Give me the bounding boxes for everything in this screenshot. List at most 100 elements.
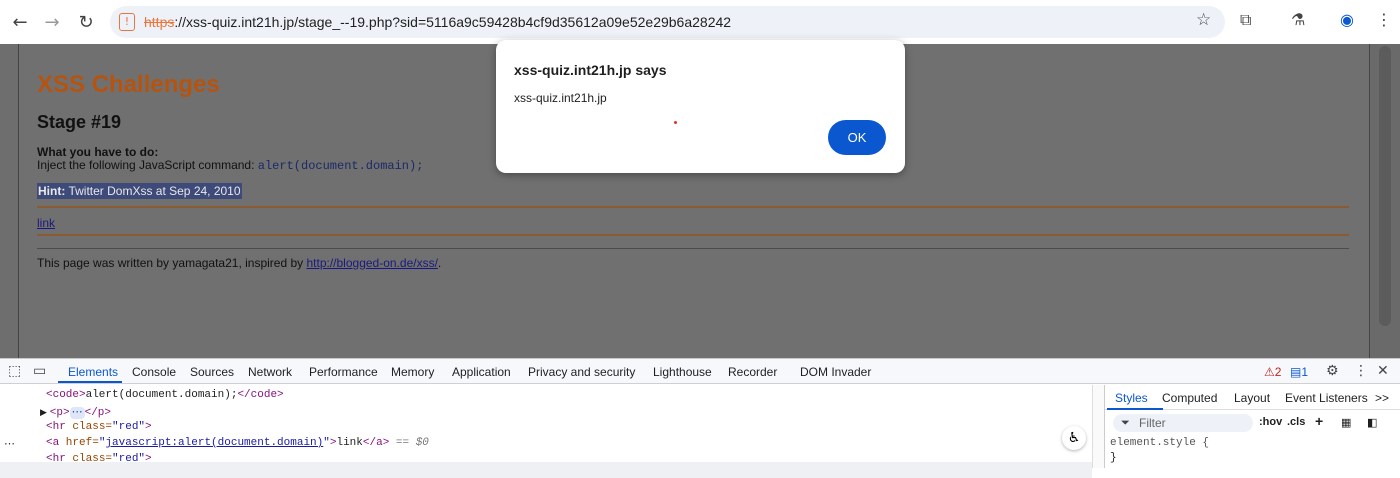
warning-number: 2 bbox=[1274, 365, 1282, 379]
message-icon: ▤ bbox=[1290, 365, 1302, 379]
expand-triangle-icon[interactable]: ▶ bbox=[40, 408, 50, 418]
profile-icon[interactable]: ◉ bbox=[1340, 10, 1354, 29]
hint-text: Hint: Twitter DomXss at Sep 24, 2010 bbox=[37, 183, 242, 199]
toggle-sidebar-icon[interactable]: ◧ bbox=[1367, 416, 1377, 429]
back-arrow-icon[interactable]: ← bbox=[6, 8, 34, 36]
hint-label: Hint: bbox=[38, 184, 66, 198]
tab-application[interactable]: Application bbox=[452, 365, 511, 379]
warning-icon: ⚠ bbox=[1264, 365, 1275, 379]
attr-name: href= bbox=[59, 437, 99, 449]
code-line-selected[interactable]: <a href="javascript:alert(document.domai… bbox=[46, 437, 429, 449]
selected-gutter-dots[interactable]: ⋯ bbox=[4, 437, 15, 451]
footer-text: This page was written by yamagata21, ins… bbox=[37, 256, 441, 270]
tab-computed[interactable]: Computed bbox=[1162, 391, 1217, 405]
footer-link[interactable]: http://blogged-on.de/xss/ bbox=[306, 256, 437, 270]
styles-filter-input[interactable]: Filter bbox=[1113, 414, 1253, 432]
forward-arrow-icon[interactable]: → bbox=[38, 8, 66, 36]
code-line[interactable]: <code>alert(document.domain);</code> bbox=[46, 389, 284, 401]
rule-close-brace: } bbox=[1110, 452, 1117, 464]
todo-text: Inject the following JavaScript command:… bbox=[37, 158, 423, 173]
selected-node-row[interactable] bbox=[0, 462, 1092, 478]
code-line[interactable]: <hr class="red"> bbox=[46, 453, 152, 465]
hint-body: Twitter DomXss at Sep 24, 2010 bbox=[65, 184, 241, 198]
page-scrollbar[interactable] bbox=[1370, 44, 1400, 358]
tab-event-listeners[interactable]: Event Listeners bbox=[1285, 391, 1368, 405]
tab-lighthouse[interactable]: Lighthouse bbox=[653, 365, 712, 379]
url-text[interactable]: https://xss-quiz.int21h.jp/stage_--19.ph… bbox=[144, 14, 731, 30]
elements-tree[interactable]: <code>alert(document.domain);</code> ▶ <… bbox=[0, 385, 1092, 478]
code-line[interactable]: <hr class="red"> bbox=[46, 421, 152, 433]
a-close-tag: </a> bbox=[362, 437, 390, 449]
more-tabs-icon[interactable]: >> bbox=[1375, 391, 1389, 405]
tab-styles[interactable]: Styles bbox=[1115, 391, 1148, 405]
tab-recorder[interactable]: Recorder bbox=[728, 365, 777, 379]
inspect-element-icon[interactable]: ⬚ bbox=[8, 363, 21, 379]
code-close-tag: </code> bbox=[237, 389, 284, 401]
accessibility-icon[interactable]: ♿ bbox=[1062, 426, 1086, 450]
selected-marker: == $0 bbox=[389, 437, 429, 449]
hr-tag: <hr bbox=[46, 453, 66, 465]
href-link[interactable]: javascript:alert(document.domain) bbox=[105, 437, 323, 449]
code-line[interactable]: ▶ <p> ⋯ </p> bbox=[40, 405, 111, 419]
stage-heading: Stage #19 bbox=[37, 112, 122, 132]
url-rest: ://xss-quiz.int21h.jp/stage_--19.php?sid… bbox=[174, 14, 732, 30]
todo-heading: What you have to do: bbox=[37, 145, 159, 159]
page-title: XSS Challenges bbox=[37, 71, 220, 98]
styles-sidebar: Styles Computed Layout Event Listeners >… bbox=[1104, 385, 1400, 468]
url-scheme: https bbox=[144, 14, 175, 30]
cursor-dot bbox=[674, 121, 677, 124]
tab-elements[interactable]: Elements bbox=[68, 365, 118, 379]
alert-dialog: xss-quiz.int21h.jp says xss-quiz.int21h.… bbox=[496, 40, 905, 173]
tab-layout[interactable]: Layout bbox=[1234, 391, 1270, 405]
kebab-menu-icon[interactable]: ⋮ bbox=[1376, 10, 1392, 29]
red-divider bbox=[37, 206, 1349, 208]
tab-dom-invader[interactable]: DOM Invader bbox=[800, 365, 871, 379]
kebab-menu-icon[interactable]: ⋮ bbox=[1354, 363, 1368, 379]
tab-performance[interactable]: Performance bbox=[309, 365, 378, 379]
todo-description: Inject the following JavaScript command: bbox=[37, 158, 258, 172]
star-icon[interactable]: ☆ bbox=[1196, 10, 1211, 30]
filter-icon: ⏷ bbox=[1121, 416, 1130, 429]
attr-value: "red" bbox=[112, 453, 146, 465]
message-count[interactable]: ▤1 bbox=[1290, 365, 1308, 379]
tab-privacy-security[interactable]: Privacy and security bbox=[528, 365, 635, 379]
active-sidetab-indicator bbox=[1107, 408, 1163, 410]
red-divider bbox=[37, 234, 1349, 236]
gear-icon[interactable]: ⚙ bbox=[1326, 363, 1339, 379]
warning-count[interactable]: ⚠2 bbox=[1264, 365, 1281, 379]
ok-button[interactable]: OK bbox=[828, 120, 886, 155]
footer-period: . bbox=[437, 256, 442, 270]
gray-divider bbox=[37, 248, 1349, 249]
devtools-panel: ⬚ ▭ Elements Console Sources Network Per… bbox=[0, 358, 1400, 478]
cls-toggle[interactable]: .cls bbox=[1287, 416, 1305, 428]
tab-network[interactable]: Network bbox=[248, 365, 292, 379]
footer-credit: This page was written by yamagata21, ins… bbox=[37, 256, 307, 270]
not-secure-icon[interactable]: ! bbox=[119, 13, 135, 31]
tab-memory[interactable]: Memory bbox=[391, 365, 434, 379]
dialog-message: xss-quiz.int21h.jp bbox=[514, 91, 607, 105]
address-bar[interactable]: ! https://xss-quiz.int21h.jp/stage_--19.… bbox=[110, 6, 1225, 38]
attr-name: class= bbox=[65, 453, 113, 465]
a-text: link bbox=[336, 437, 363, 449]
active-tab-indicator bbox=[58, 381, 122, 383]
close-icon[interactable]: ✕ bbox=[1377, 363, 1389, 379]
reload-icon[interactable]: ↻ bbox=[72, 8, 100, 36]
tag-end: > bbox=[145, 453, 152, 465]
challenge-link[interactable]: link bbox=[37, 216, 55, 230]
sidebar-tabbar: Styles Computed Layout Event Listeners >… bbox=[1105, 385, 1400, 410]
device-toolbar-icon[interactable]: ▭ bbox=[33, 363, 46, 379]
scrollbar-thumb[interactable] bbox=[1379, 46, 1391, 326]
tab-console[interactable]: Console bbox=[132, 365, 176, 379]
puzzle-icon[interactable]: ⧉ bbox=[1240, 10, 1251, 30]
element-style-rule[interactable]: element.style { bbox=[1110, 437, 1209, 449]
elements-scrollbar[interactable] bbox=[1092, 385, 1104, 468]
tag-end: > bbox=[145, 421, 152, 433]
flask-icon[interactable]: ⚗ bbox=[1291, 10, 1305, 29]
new-rule-icon[interactable]: + bbox=[1315, 413, 1323, 429]
hov-toggle[interactable]: :hov bbox=[1259, 416, 1282, 428]
collapsed-ellipsis[interactable]: ⋯ bbox=[69, 407, 85, 419]
paint-brush-icon[interactable]: ▦ bbox=[1341, 416, 1351, 429]
attr-name: class= bbox=[65, 421, 113, 433]
tab-sources[interactable]: Sources bbox=[190, 365, 234, 379]
a-tag: <a bbox=[46, 437, 60, 449]
